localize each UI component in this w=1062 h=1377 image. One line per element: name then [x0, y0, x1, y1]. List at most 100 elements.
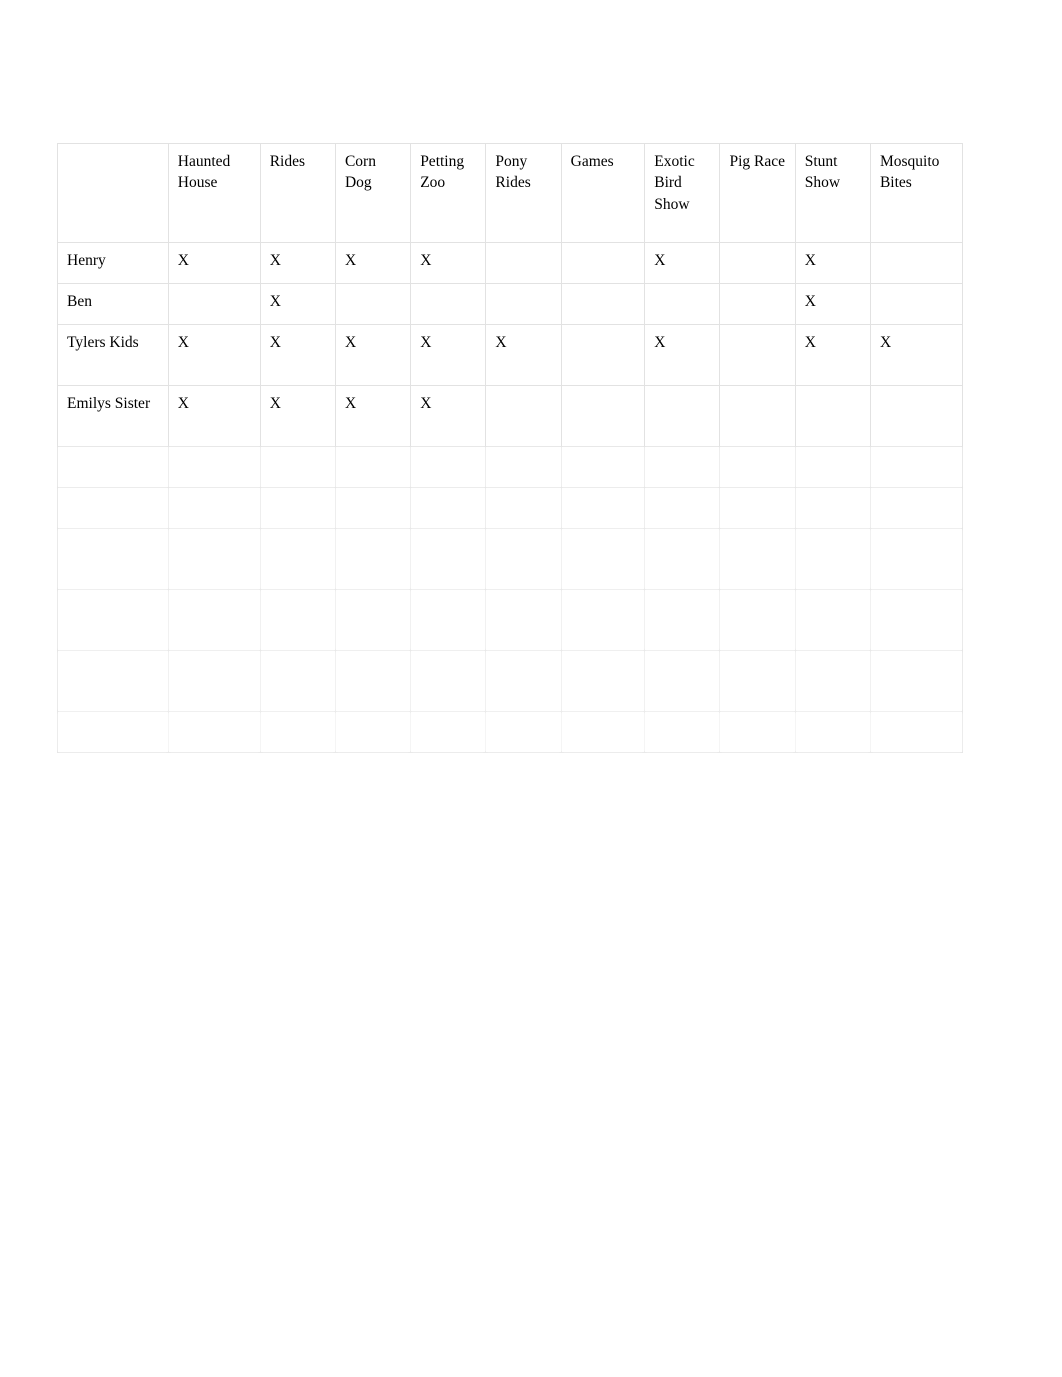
cell-faded[interactable]	[334, 711, 412, 753]
cell-faded[interactable]	[560, 487, 646, 529]
cell-faded[interactable]	[560, 528, 646, 590]
cell-ben-games[interactable]	[560, 283, 646, 325]
cell-faded[interactable]	[644, 589, 721, 651]
cell-henry-petting-zoo[interactable]: X	[410, 242, 487, 284]
cell-faded[interactable]	[644, 528, 721, 590]
cell-faded[interactable]	[410, 711, 487, 753]
cell-henry-games[interactable]	[560, 242, 646, 284]
cell-henry-exotic-bird-show[interactable]: X	[644, 242, 721, 284]
cell-faded[interactable]	[410, 487, 487, 529]
cell-faded[interactable]	[644, 446, 721, 488]
cell-faded[interactable]	[869, 650, 964, 712]
cell-faded[interactable]	[259, 589, 336, 651]
cell-faded[interactable]	[167, 528, 261, 590]
cell-faded[interactable]	[719, 711, 796, 753]
cell-faded[interactable]	[485, 446, 562, 488]
cell-ben-corn-dog[interactable]	[334, 283, 412, 325]
cell-faded[interactable]	[167, 711, 261, 753]
cell-faded[interactable]	[410, 528, 487, 590]
cell-emilys-sister-pony-rides[interactable]	[485, 385, 562, 447]
cell-faded[interactable]	[794, 711, 871, 753]
cell-faded[interactable]	[719, 650, 796, 712]
cell-faded[interactable]	[560, 446, 646, 488]
cell-faded[interactable]	[560, 650, 646, 712]
cell-faded[interactable]	[794, 487, 871, 529]
cell-faded[interactable]	[259, 528, 336, 590]
cell-faded[interactable]	[410, 589, 487, 651]
cell-henry-mosquito-bites[interactable]	[869, 242, 964, 284]
cell-faded[interactable]	[485, 589, 562, 651]
cell-faded[interactable]	[410, 650, 487, 712]
cell-tylers-kids-rides[interactable]: X	[259, 324, 336, 386]
cell-ben-pony-rides[interactable]	[485, 283, 562, 325]
cell-emilys-sister-stunt-show[interactable]	[794, 385, 871, 447]
cell-faded[interactable]	[869, 711, 964, 753]
cell-faded[interactable]	[167, 487, 261, 529]
cell-faded[interactable]	[644, 711, 721, 753]
cell-faded[interactable]	[485, 487, 562, 529]
cell-tylers-kids-mosquito-bites[interactable]: X	[869, 324, 964, 386]
cell-emilys-sister-petting-zoo[interactable]: X	[410, 385, 487, 447]
cell-faded[interactable]	[167, 446, 261, 488]
cell-faded[interactable]	[485, 528, 562, 590]
cell-faded[interactable]	[485, 650, 562, 712]
cell-tylers-kids-exotic-bird-show[interactable]: X	[644, 324, 721, 386]
cell-faded[interactable]	[167, 650, 261, 712]
cell-faded[interactable]	[869, 487, 964, 529]
cell-faded[interactable]	[869, 446, 964, 488]
cell-faded[interactable]	[719, 487, 796, 529]
cell-faded[interactable]	[334, 446, 412, 488]
cell-emilys-sister-mosquito-bites[interactable]	[869, 385, 964, 447]
cell-ben-haunted-house[interactable]	[167, 283, 261, 325]
cell-tylers-kids-haunted-house[interactable]: X	[167, 324, 261, 386]
cell-faded[interactable]	[334, 487, 412, 529]
cell-faded[interactable]	[794, 650, 871, 712]
cell-henry-stunt-show[interactable]: X	[794, 242, 871, 284]
cell-faded[interactable]	[560, 711, 646, 753]
cell-faded[interactable]	[794, 589, 871, 651]
cell-emilys-sister-rides[interactable]: X	[259, 385, 336, 447]
cell-henry-pig-race[interactable]	[719, 242, 796, 284]
cell-tylers-kids-games[interactable]	[560, 324, 646, 386]
cell-tylers-kids-pony-rides[interactable]: X	[485, 324, 562, 386]
cell-faded[interactable]	[334, 528, 412, 590]
cell-tylers-kids-petting-zoo[interactable]: X	[410, 324, 487, 386]
cell-henry-pony-rides[interactable]	[485, 242, 562, 284]
cell-faded[interactable]	[719, 446, 796, 488]
cell-emilys-sister-exotic-bird-show[interactable]	[644, 385, 721, 447]
cell-faded[interactable]	[334, 589, 412, 651]
cell-ben-pig-race[interactable]	[719, 283, 796, 325]
cell-faded[interactable]	[644, 650, 721, 712]
cell-ben-rides[interactable]: X	[259, 283, 336, 325]
cell-faded[interactable]	[259, 650, 336, 712]
cell-faded[interactable]	[167, 589, 261, 651]
cell-faded[interactable]	[259, 446, 336, 488]
cell-faded[interactable]	[869, 528, 964, 590]
cell-henry-corn-dog[interactable]: X	[334, 242, 412, 284]
cell-faded[interactable]	[334, 650, 412, 712]
cell-emilys-sister-games[interactable]	[560, 385, 646, 447]
cell-emilys-sister-haunted-house[interactable]: X	[167, 385, 261, 447]
cell-faded[interactable]	[644, 487, 721, 529]
cell-faded[interactable]	[719, 528, 796, 590]
cell-faded[interactable]	[259, 711, 336, 753]
cell-faded[interactable]	[794, 446, 871, 488]
cell-tylers-kids-stunt-show[interactable]: X	[794, 324, 871, 386]
cell-emilys-sister-corn-dog[interactable]: X	[334, 385, 412, 447]
cell-faded[interactable]	[560, 589, 646, 651]
cell-ben-exotic-bird-show[interactable]	[644, 283, 721, 325]
cell-ben-mosquito-bites[interactable]	[869, 283, 964, 325]
cell-tylers-kids-pig-race[interactable]	[719, 324, 796, 386]
cell-henry-haunted-house[interactable]: X	[167, 242, 261, 284]
cell-ben-petting-zoo[interactable]	[410, 283, 487, 325]
cell-faded[interactable]	[485, 711, 562, 753]
cell-faded[interactable]	[794, 528, 871, 590]
cell-faded[interactable]	[869, 589, 964, 651]
cell-ben-stunt-show[interactable]: X	[794, 283, 871, 325]
cell-henry-rides[interactable]: X	[259, 242, 336, 284]
cell-tylers-kids-corn-dog[interactable]: X	[334, 324, 412, 386]
cell-faded[interactable]	[719, 589, 796, 651]
cell-faded[interactable]	[410, 446, 487, 488]
cell-emilys-sister-pig-race[interactable]	[719, 385, 796, 447]
cell-faded[interactable]	[259, 487, 336, 529]
